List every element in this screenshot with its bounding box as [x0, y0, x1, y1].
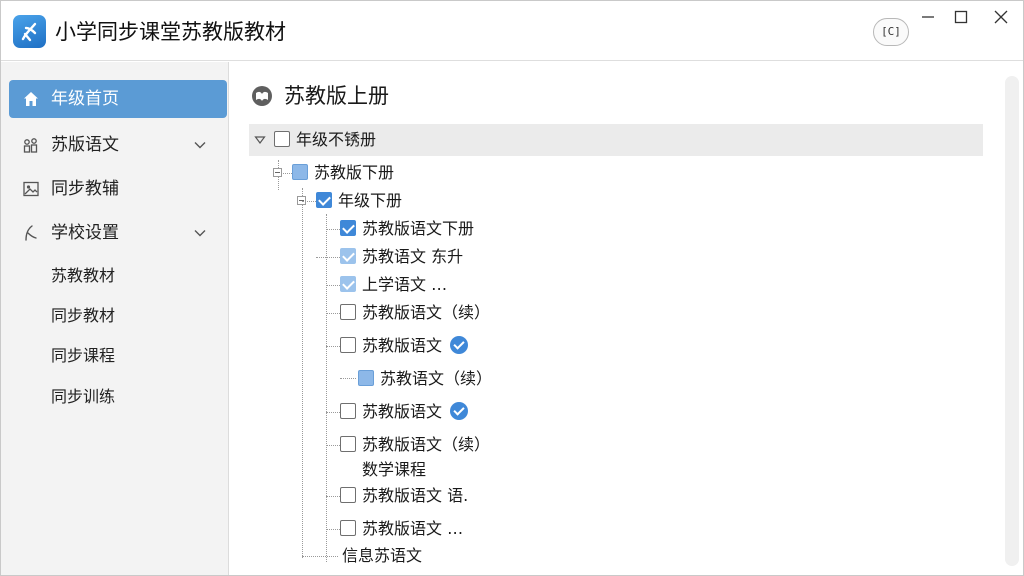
- tree-item[interactable]: 苏教版语文: [340, 333, 469, 359]
- sidebar-subitem[interactable]: 同步教材: [51, 305, 115, 327]
- tree-item[interactable]: 年级不锈册: [274, 127, 376, 153]
- title-bar: 小学同步课堂苏教版教材 [C]: [1, 1, 1023, 61]
- tree-item[interactable]: 苏教版语文（续）: [340, 300, 490, 326]
- tree-checkbox[interactable]: [340, 402, 356, 419]
- pin-button[interactable]: [C]: [873, 18, 909, 46]
- tree-item[interactable]: 上学语文 …: [340, 272, 447, 298]
- tree-item-label: 苏教版语文 …: [362, 519, 464, 538]
- tree-checkbox[interactable]: [316, 191, 332, 208]
- tree-item-label: 苏教版下册: [314, 163, 395, 182]
- tree-guide: [302, 188, 303, 558]
- tree-expander-icon[interactable]: [273, 168, 282, 177]
- tree-item[interactable]: 苏教版语文 …: [340, 516, 463, 542]
- sidebar-item-label: 学校设置: [51, 223, 119, 243]
- sidebar-item-label: 年级首页: [51, 89, 119, 109]
- tree-item[interactable]: 信息苏语文: [342, 543, 422, 569]
- tree-item-label: 信息苏语文: [342, 546, 423, 565]
- tree-checkbox[interactable]: [274, 130, 290, 147]
- sidebar-subitem[interactable]: 苏教教材: [51, 265, 115, 287]
- app-title: 小学同步课堂苏教版教材: [55, 20, 286, 44]
- tree-item[interactable]: 苏教语文 东升: [340, 244, 463, 270]
- verified-check-icon: [450, 335, 469, 354]
- tree-guide: [326, 214, 327, 562]
- collapse-triangle-icon[interactable]: [254, 134, 266, 146]
- tree-guide: [326, 229, 340, 230]
- tree-guide: [316, 257, 340, 258]
- tree-checkbox[interactable]: [340, 486, 356, 503]
- sidebar: 年级首页 苏版语文 同步教辅 学校设置 苏教教材 同步教材 同步课程 同步训练: [1, 62, 229, 575]
- sidebar-item-home[interactable]: 年级首页: [9, 80, 227, 118]
- tree-checkbox[interactable]: [358, 369, 374, 386]
- tree-item[interactable]: 苏教版语文: [340, 399, 469, 425]
- tree-item-label: 苏教语文 东升: [362, 247, 464, 266]
- tree-item-label: 苏教版语文 语.: [362, 486, 469, 505]
- vertical-scrollbar[interactable]: [1005, 76, 1019, 566]
- tree-item-label: 年级不锈册: [296, 130, 377, 149]
- tree-item-label: 苏教版语文下册: [362, 219, 475, 238]
- tree-item[interactable]: 苏教版语文 语.: [340, 483, 468, 509]
- tree-guide: [326, 412, 340, 413]
- chevron-down-icon[interactable]: [193, 138, 207, 152]
- image-icon: [23, 181, 39, 197]
- sidebar-item-settings[interactable]: 学校设置: [9, 214, 227, 252]
- people-icon: [23, 138, 38, 153]
- app-logo-icon: [13, 15, 46, 48]
- maximize-button[interactable]: [941, 5, 981, 27]
- tree-guide: [340, 378, 356, 379]
- tree-item-note: 数学课程: [362, 457, 426, 483]
- tree-checkbox[interactable]: [340, 519, 356, 536]
- tree-guide: [326, 496, 340, 497]
- tree-checkbox[interactable]: [340, 219, 356, 236]
- tree-checkbox[interactable]: [292, 163, 308, 180]
- tree-item-label: 苏教版语文（续）: [362, 435, 491, 454]
- tree-item[interactable]: 苏教版语文下册: [340, 216, 474, 242]
- tree-checkbox[interactable]: [340, 247, 356, 264]
- tree-guide: [326, 445, 340, 446]
- tree-guide: [302, 556, 338, 557]
- tree-guide: [302, 201, 316, 202]
- sidebar-subitem[interactable]: 同步训练: [51, 386, 115, 408]
- tree-checkbox[interactable]: [340, 336, 356, 353]
- tree-item-label: 苏教版语文: [362, 336, 443, 355]
- tree-guide: [326, 346, 340, 347]
- feather-icon: [25, 225, 37, 241]
- tree-item[interactable]: 苏教版语文（续）: [340, 432, 490, 458]
- tree-item[interactable]: 年级下册: [316, 188, 402, 214]
- tree-checkbox[interactable]: [340, 303, 356, 320]
- sidebar-item-label: 苏版语文: [51, 135, 119, 155]
- tree-item[interactable]: 苏教版下册: [292, 160, 394, 186]
- tree-item-label: 数学课程: [362, 460, 427, 479]
- tree-guide: [326, 529, 340, 530]
- tree-checkbox[interactable]: [340, 275, 356, 292]
- tree-item-label: 苏教版语文: [362, 402, 443, 421]
- sidebar-item-materials[interactable]: 同步教辅: [9, 170, 227, 208]
- tree-item-label: 苏教语文（续）: [380, 369, 493, 388]
- close-button[interactable]: [981, 5, 1021, 27]
- tree-item-label: 上学语文 …: [362, 275, 448, 294]
- sidebar-item-label: 同步教辅: [51, 179, 119, 199]
- tree-guide: [326, 313, 340, 314]
- sidebar-subitem[interactable]: 同步课程: [51, 345, 115, 367]
- sidebar-item-chinese[interactable]: 苏版语文: [9, 126, 227, 164]
- main-panel: 苏教版上册 年级不锈册 苏教版下册 年级下册 苏教版语文下册 苏教语文 东升 上…: [230, 62, 1023, 575]
- home-icon: [24, 92, 38, 106]
- tree-checkbox[interactable]: [340, 435, 356, 452]
- app-window: 小学同步课堂苏教版教材 [C] 年级首页 苏版语文 同步教辅 学校设置 苏教教材…: [0, 0, 1024, 576]
- chevron-down-icon[interactable]: [193, 226, 207, 240]
- tree-item-label: 年级下册: [338, 191, 403, 210]
- tree-item[interactable]: 苏教语文（续）: [358, 366, 492, 392]
- verified-check-icon: [450, 401, 469, 420]
- tree-view: 年级不锈册 苏教版下册 年级下册 苏教版语文下册 苏教语文 东升 上学语文 … …: [230, 62, 990, 575]
- tree-guide: [326, 285, 340, 286]
- tree-item-label: 苏教版语文（续）: [362, 303, 491, 322]
